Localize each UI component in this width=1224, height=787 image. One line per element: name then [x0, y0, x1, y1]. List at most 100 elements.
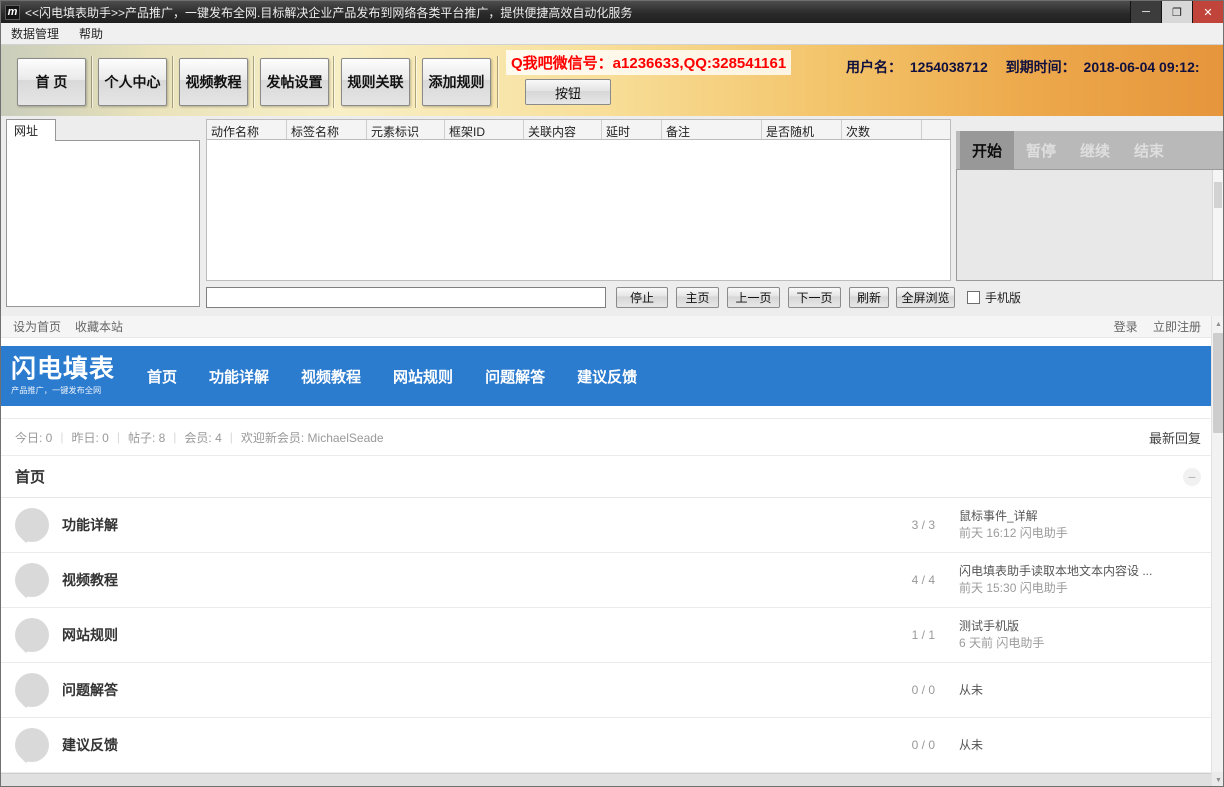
scroll-down-icon[interactable]: ▼: [1212, 772, 1224, 787]
runner-stop-tab[interactable]: 结束: [1122, 131, 1176, 169]
forum-name-link[interactable]: 建议反馈: [62, 735, 855, 755]
window-title: <<闪电填表助手>>产品推广，一键发布全网.目标解决企业产品发布到网络各类平台推…: [25, 4, 1130, 21]
section-title: 首页: [15, 466, 45, 487]
forum-row[interactable]: 网站规则 1 / 1 测试手机版 6 天前 闪电助手: [1, 608, 1224, 663]
toolbar-profile-button[interactable]: 个人中心: [98, 58, 167, 106]
forward-button[interactable]: 下一页: [788, 287, 841, 308]
toolbar-separator: [333, 56, 334, 108]
column-count[interactable]: 次数: [842, 120, 922, 139]
back-button[interactable]: 上一页: [727, 287, 780, 308]
nav-feedback[interactable]: 建议反馈: [577, 366, 637, 387]
stat-yesterday: 昨日: 0: [71, 429, 108, 446]
address-input[interactable]: [206, 287, 606, 308]
column-action-name[interactable]: 动作名称: [207, 120, 287, 139]
runner-pause-tab[interactable]: 暂停: [1014, 131, 1068, 169]
nav-home[interactable]: 首页: [147, 366, 177, 387]
scroll-thumb[interactable]: [1213, 333, 1224, 433]
runner-scrollbar[interactable]: [1212, 170, 1223, 280]
runner-start-tab[interactable]: 开始: [960, 131, 1014, 169]
username-value: 1254038712: [910, 59, 988, 75]
forum-name-link[interactable]: 问题解答: [62, 680, 855, 700]
forum-row[interactable]: 建议反馈 0 / 0 从未: [1, 718, 1224, 773]
toolbar-rule-link-button[interactable]: 规则关联: [341, 58, 410, 106]
url-list-panel[interactable]: [6, 140, 200, 307]
lastpost-title-link[interactable]: 闪电填表助手读取本地文本内容设 ...: [959, 563, 1195, 580]
stat-separator: |: [117, 430, 120, 444]
runner-tabs: 开始 暂停 继续 结束: [956, 131, 1224, 169]
generic-action-button[interactable]: 按钮: [525, 79, 611, 105]
lastpost-title-link[interactable]: 测试手机版: [959, 618, 1195, 635]
bookmark-link[interactable]: 收藏本站: [75, 318, 123, 335]
close-button[interactable]: ✕: [1192, 1, 1223, 23]
collapse-section-button[interactable]: −: [1183, 468, 1201, 486]
register-link[interactable]: 立即注册: [1153, 320, 1201, 334]
nav-rules[interactable]: 网站规则: [393, 366, 453, 387]
forum-section-header: 首页 −: [1, 456, 1224, 498]
app-logo-icon: m: [5, 5, 20, 20]
runner-log-panel: [956, 169, 1224, 281]
set-homepage-link[interactable]: 设为首页: [13, 318, 61, 335]
nav-videos[interactable]: 视频教程: [301, 366, 361, 387]
scroll-up-icon[interactable]: ▲: [1212, 316, 1224, 332]
lastpost-title-link: 从未: [959, 737, 1195, 754]
account-info: 用户名： 1254038712 到期时间： 2018-06-04 09:12:: [846, 57, 1223, 77]
toolbar-separator: [91, 56, 92, 108]
contact-info-text: Q我吧微信号：a1236633,QQ:328541161: [506, 50, 791, 75]
login-link[interactable]: 登录: [1114, 320, 1138, 334]
forum-name-link[interactable]: 功能详解: [62, 515, 855, 535]
toolbar-separator: [172, 56, 173, 108]
lastpost-meta: 前天 16:12 闪电助手: [959, 525, 1195, 542]
refresh-button[interactable]: 刷新: [849, 287, 889, 308]
home-button[interactable]: 主页: [676, 287, 719, 308]
forum-name-link[interactable]: 视频教程: [62, 570, 855, 590]
lastpost-title-link[interactable]: 鼠标事件_详解: [959, 508, 1195, 525]
rules-table: 动作名称 标签名称 元素标识 框架ID 关联内容 延时 备注 是否随机 次数: [206, 119, 951, 281]
forum-lastpost: 鼠标事件_详解 前天 16:12 闪电助手: [959, 508, 1195, 542]
stop-button[interactable]: 停止: [616, 287, 668, 308]
menu-help[interactable]: 帮助: [69, 23, 113, 44]
toolbar-add-rule-button[interactable]: 添加规则: [422, 58, 491, 106]
forum-row[interactable]: 视频教程 4 / 4 闪电填表助手读取本地文本内容设 ... 前天 15:30 …: [1, 553, 1224, 608]
forum-row[interactable]: 问题解答 0 / 0 从未: [1, 663, 1224, 718]
site-nav: 首页 功能详解 视频教程 网站规则 问题解答 建议反馈: [147, 366, 637, 387]
site-stats-bar: 今日: 0 | 昨日: 0 | 帖子: 8 | 会员: 4 | 欢迎新会员: M…: [1, 418, 1224, 456]
fullscreen-button[interactable]: 全屏浏览: [896, 287, 955, 308]
url-list-tab[interactable]: 网址: [6, 119, 56, 141]
menu-data-management[interactable]: 数据管理: [1, 23, 69, 44]
column-frame-id[interactable]: 框架ID: [445, 120, 524, 139]
minimize-button[interactable]: ─: [1130, 1, 1161, 23]
column-remark[interactable]: 备注: [662, 120, 762, 139]
rules-table-body[interactable]: [206, 140, 951, 281]
runner-panel: 开始 暂停 继续 结束: [956, 131, 1224, 281]
runner-resume-tab[interactable]: 继续: [1068, 131, 1122, 169]
column-is-random[interactable]: 是否随机: [762, 120, 842, 139]
nav-qa[interactable]: 问题解答: [485, 366, 545, 387]
latest-replies-link[interactable]: 最新回复: [1149, 428, 1201, 447]
forum-comment-icon: [15, 563, 49, 597]
forum-name-link[interactable]: 网站规则: [62, 625, 855, 645]
stat-separator: |: [60, 430, 63, 444]
forum-lastpost: 从未: [959, 737, 1195, 754]
nav-features[interactable]: 功能详解: [209, 366, 269, 387]
expire-value: 2018-06-04 09:12:: [1084, 59, 1200, 75]
forum-comment-icon: [15, 728, 49, 762]
expire-label: 到期时间：: [1006, 59, 1076, 75]
lastpost-meta: 6 天前 闪电助手: [959, 635, 1195, 652]
workspace: 网址 动作名称 标签名称 元素标识 框架ID 关联内容 延时 备注 是否随机 次…: [1, 116, 1223, 316]
site-logo[interactable]: 闪电填表 产品推广，一键发布全网: [11, 356, 133, 397]
forum-row[interactable]: 功能详解 3 / 3 鼠标事件_详解 前天 16:12 闪电助手: [1, 498, 1224, 553]
toolbar-video-button[interactable]: 视频教程: [179, 58, 248, 106]
mobile-version-label: 手机版: [985, 289, 1021, 306]
mobile-version-checkbox[interactable]: [967, 291, 980, 304]
column-element-id[interactable]: 元素标识: [367, 120, 445, 139]
toolbar-home-button[interactable]: 首 页: [17, 58, 86, 106]
forum-comment-icon: [15, 618, 49, 652]
column-linked-content[interactable]: 关联内容: [524, 120, 602, 139]
toolbar-post-settings-button[interactable]: 发帖设置: [260, 58, 329, 106]
maximize-button[interactable]: ❐: [1161, 1, 1192, 23]
column-delay[interactable]: 延时: [602, 120, 662, 139]
column-tag-name[interactable]: 标签名称: [287, 120, 367, 139]
runner-scroll-thumb[interactable]: [1214, 182, 1222, 208]
toolbar-separator: [497, 56, 498, 108]
browser-scrollbar[interactable]: ▲ ▼: [1211, 316, 1224, 787]
